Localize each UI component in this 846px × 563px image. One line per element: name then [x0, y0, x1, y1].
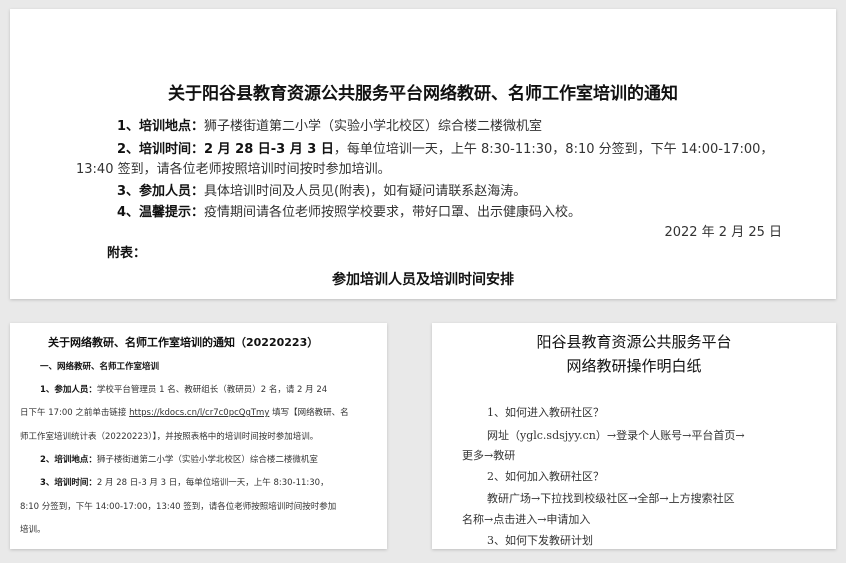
small-p2: 2、培训地点：狮子楼街道第二小学（实验小学北校区）综合楼二楼微机室: [40, 453, 318, 465]
appendix-label: 附表：: [107, 246, 147, 261]
small-p1-line2: 日下午 17:00 之前单击链接 https://kdocs.cn/l/cr7c…: [20, 406, 349, 418]
small-p1-line3: 师工作室培训统计表（20220223）】，并按照表格中的培训时间按时参加培训。: [20, 432, 319, 442]
small-p1-label: 1、参加人员：: [40, 385, 97, 395]
guide-title-line2: 网络教研操作明白纸: [566, 357, 702, 375]
item-time: 2、培训时间：2 月 28 日-3 月 3 日，每单位培训一天，上午 8:30-…: [117, 138, 773, 157]
small-p2-text: 狮子楼街道第二小学（实验小学北校区）综合楼二楼微机室: [96, 455, 318, 465]
item-location: 1、培训地点：狮子楼街道第二小学（实验小学北校区）综合楼二楼微机室: [117, 115, 542, 134]
guide-a2-line1: 教研广场→下拉找到校级社区→全部→上方搜索社区: [487, 492, 735, 505]
small-p3-line3: 培训。: [20, 525, 46, 535]
guide-q3: 3、如何下发教研计划: [487, 534, 593, 547]
survey-link[interactable]: https://kdocs.cn/l/cr7c0pcQgTmy: [129, 408, 269, 418]
item-time-text: ，每单位培训一天，上午 8:30-11:30，8:10 分签到，下午 14:00…: [333, 142, 774, 157]
item-location-text: 狮子楼街道第二小学（实验小学北校区）综合楼二楼微机室: [204, 119, 543, 134]
small-p1-text-b-post: 填写【网络教研、名: [269, 408, 349, 418]
small-p3-label: 3、培训时间：: [40, 478, 97, 488]
notice-card-main: 关于阳谷县教育资源公共服务平台网络教研、名师工作室培训的通知 1、培训地点：狮子…: [10, 9, 836, 299]
small-p1-text-b-pre: 日下午 17:00 之前单击链接: [20, 408, 130, 418]
guide-title-line1: 阳谷县教育资源公共服务平台: [536, 333, 732, 351]
guide-q1: 1、如何进入教研社区？: [487, 406, 604, 419]
appendix-title: 参加培训人员及培训时间安排: [332, 272, 514, 288]
guide-q2: 2、如何加入教研社区？: [487, 470, 604, 483]
notice-date: 2022 年 2 月 25 日: [664, 225, 782, 240]
item-location-label: 1、培训地点：: [117, 119, 205, 134]
item-time-date: 2 月 28 日-3 月 3 日: [204, 142, 334, 157]
small-section-heading-text: 一、网络教研、名师工作室培训: [40, 362, 160, 372]
item-participants-label: 3、参加人员：: [117, 184, 205, 199]
small-notice-title: 关于网络教研、名师工作室培训的通知（20220223）: [48, 336, 319, 349]
guide-card: 阳谷县教育资源公共服务平台 网络教研操作明白纸 1、如何进入教研社区？ 网址（y…: [432, 323, 836, 549]
small-p3-line1: 3、培训时间：2 月 28 日-3 月 3 日，每单位培训一天，上午 8:30-…: [40, 476, 329, 488]
small-p3-text-a: 2 月 28 日-3 月 3 日，每单位培训一天，上午 8:30-11:30，: [96, 478, 329, 488]
notice-title: 关于阳谷县教育资源公共服务平台网络教研、名师工作室培训的通知: [168, 84, 678, 104]
small-p3-line2: 8:10 分签到，下午 14:00-17:00，13:40 签到，请各位老师按照…: [20, 502, 337, 512]
small-p2-label: 2、培训地点：: [40, 455, 97, 465]
item-time-label: 2、培训时间：: [117, 142, 205, 157]
item-time-continued: 13:40 签到，请各位老师按照培训时间按时参加培训。: [76, 162, 391, 177]
guide-a1-line1: 网址（yglc.sdsjyy.cn）→登录个人账号→平台首页→: [487, 429, 745, 442]
item-tips-text: 疫情期间请各位老师按照学校要求，带好口罩、出示健康码入校。: [204, 205, 582, 220]
small-section-heading: 一、网络教研、名师工作室培训: [40, 360, 159, 372]
item-tips-label: 4、温馨提示：: [117, 205, 205, 220]
item-participants-text: 具体培训时间及人员见(附表)，如有疑问请联系赵海涛。: [204, 184, 527, 199]
guide-a1-line2: 更多→教研: [462, 449, 516, 462]
small-p1-text-a: 学校平台管理员 1 名、教研组长（教研员）2 名，请 2 月 24: [96, 385, 328, 395]
guide-a2-line2: 名称→点击进入→申请加入: [462, 513, 591, 526]
small-p1-line1: 1、参加人员：学校平台管理员 1 名、教研组长（教研员）2 名，请 2 月 24: [40, 383, 327, 395]
notice-card-small: 关于网络教研、名师工作室培训的通知（20220223） 一、网络教研、名师工作室…: [10, 323, 387, 549]
item-tips: 4、温馨提示：疫情期间请各位老师按照学校要求，带好口罩、出示健康码入校。: [117, 201, 581, 220]
item-participants: 3、参加人员：具体培训时间及人员见(附表)，如有疑问请联系赵海涛。: [117, 180, 526, 199]
